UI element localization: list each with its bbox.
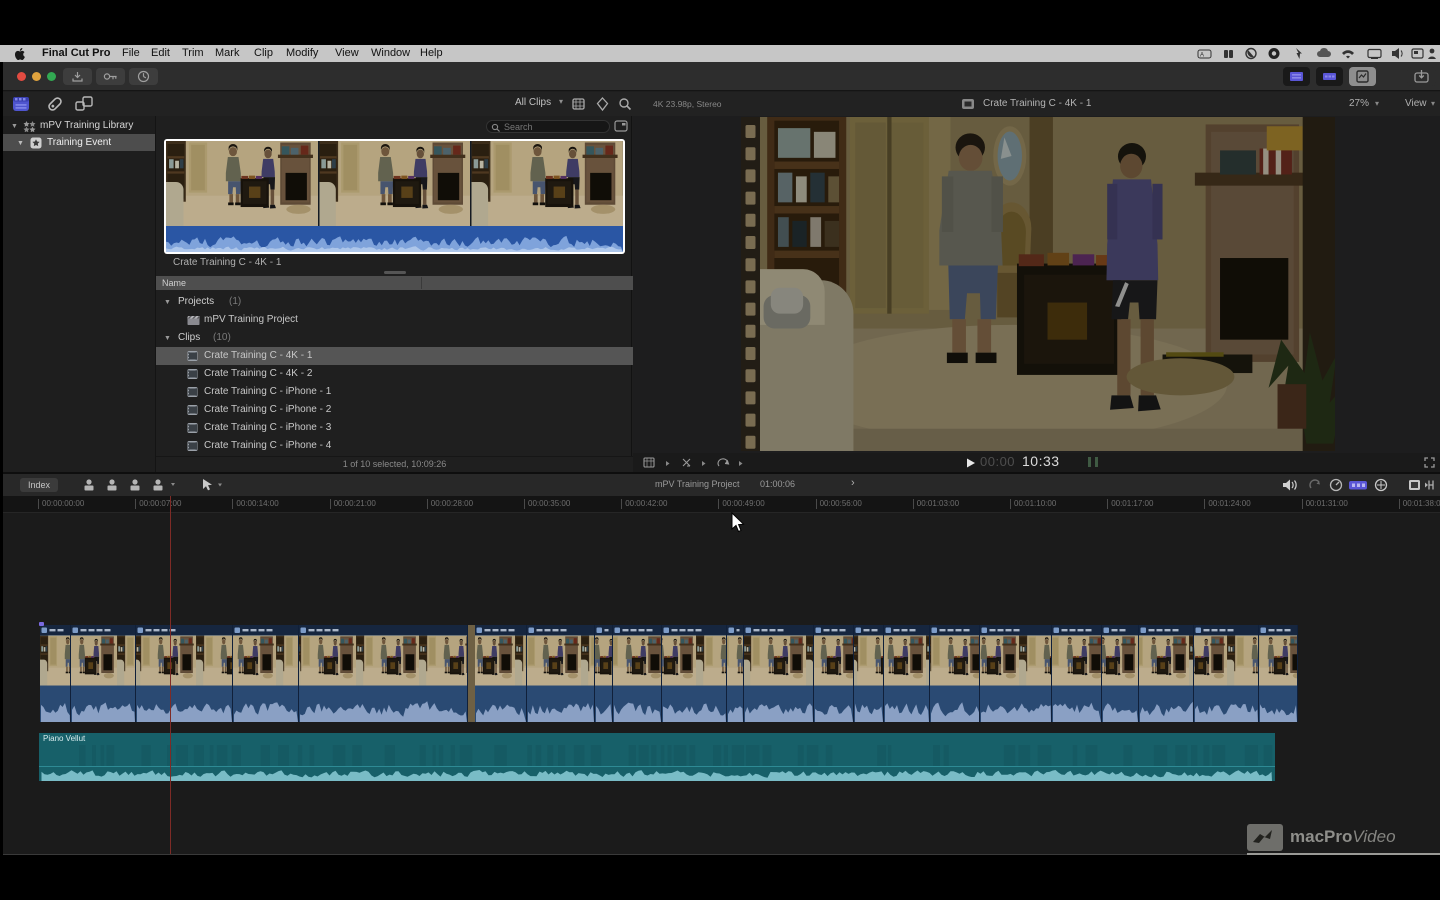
svg-text:A: A	[1200, 53, 1204, 59]
